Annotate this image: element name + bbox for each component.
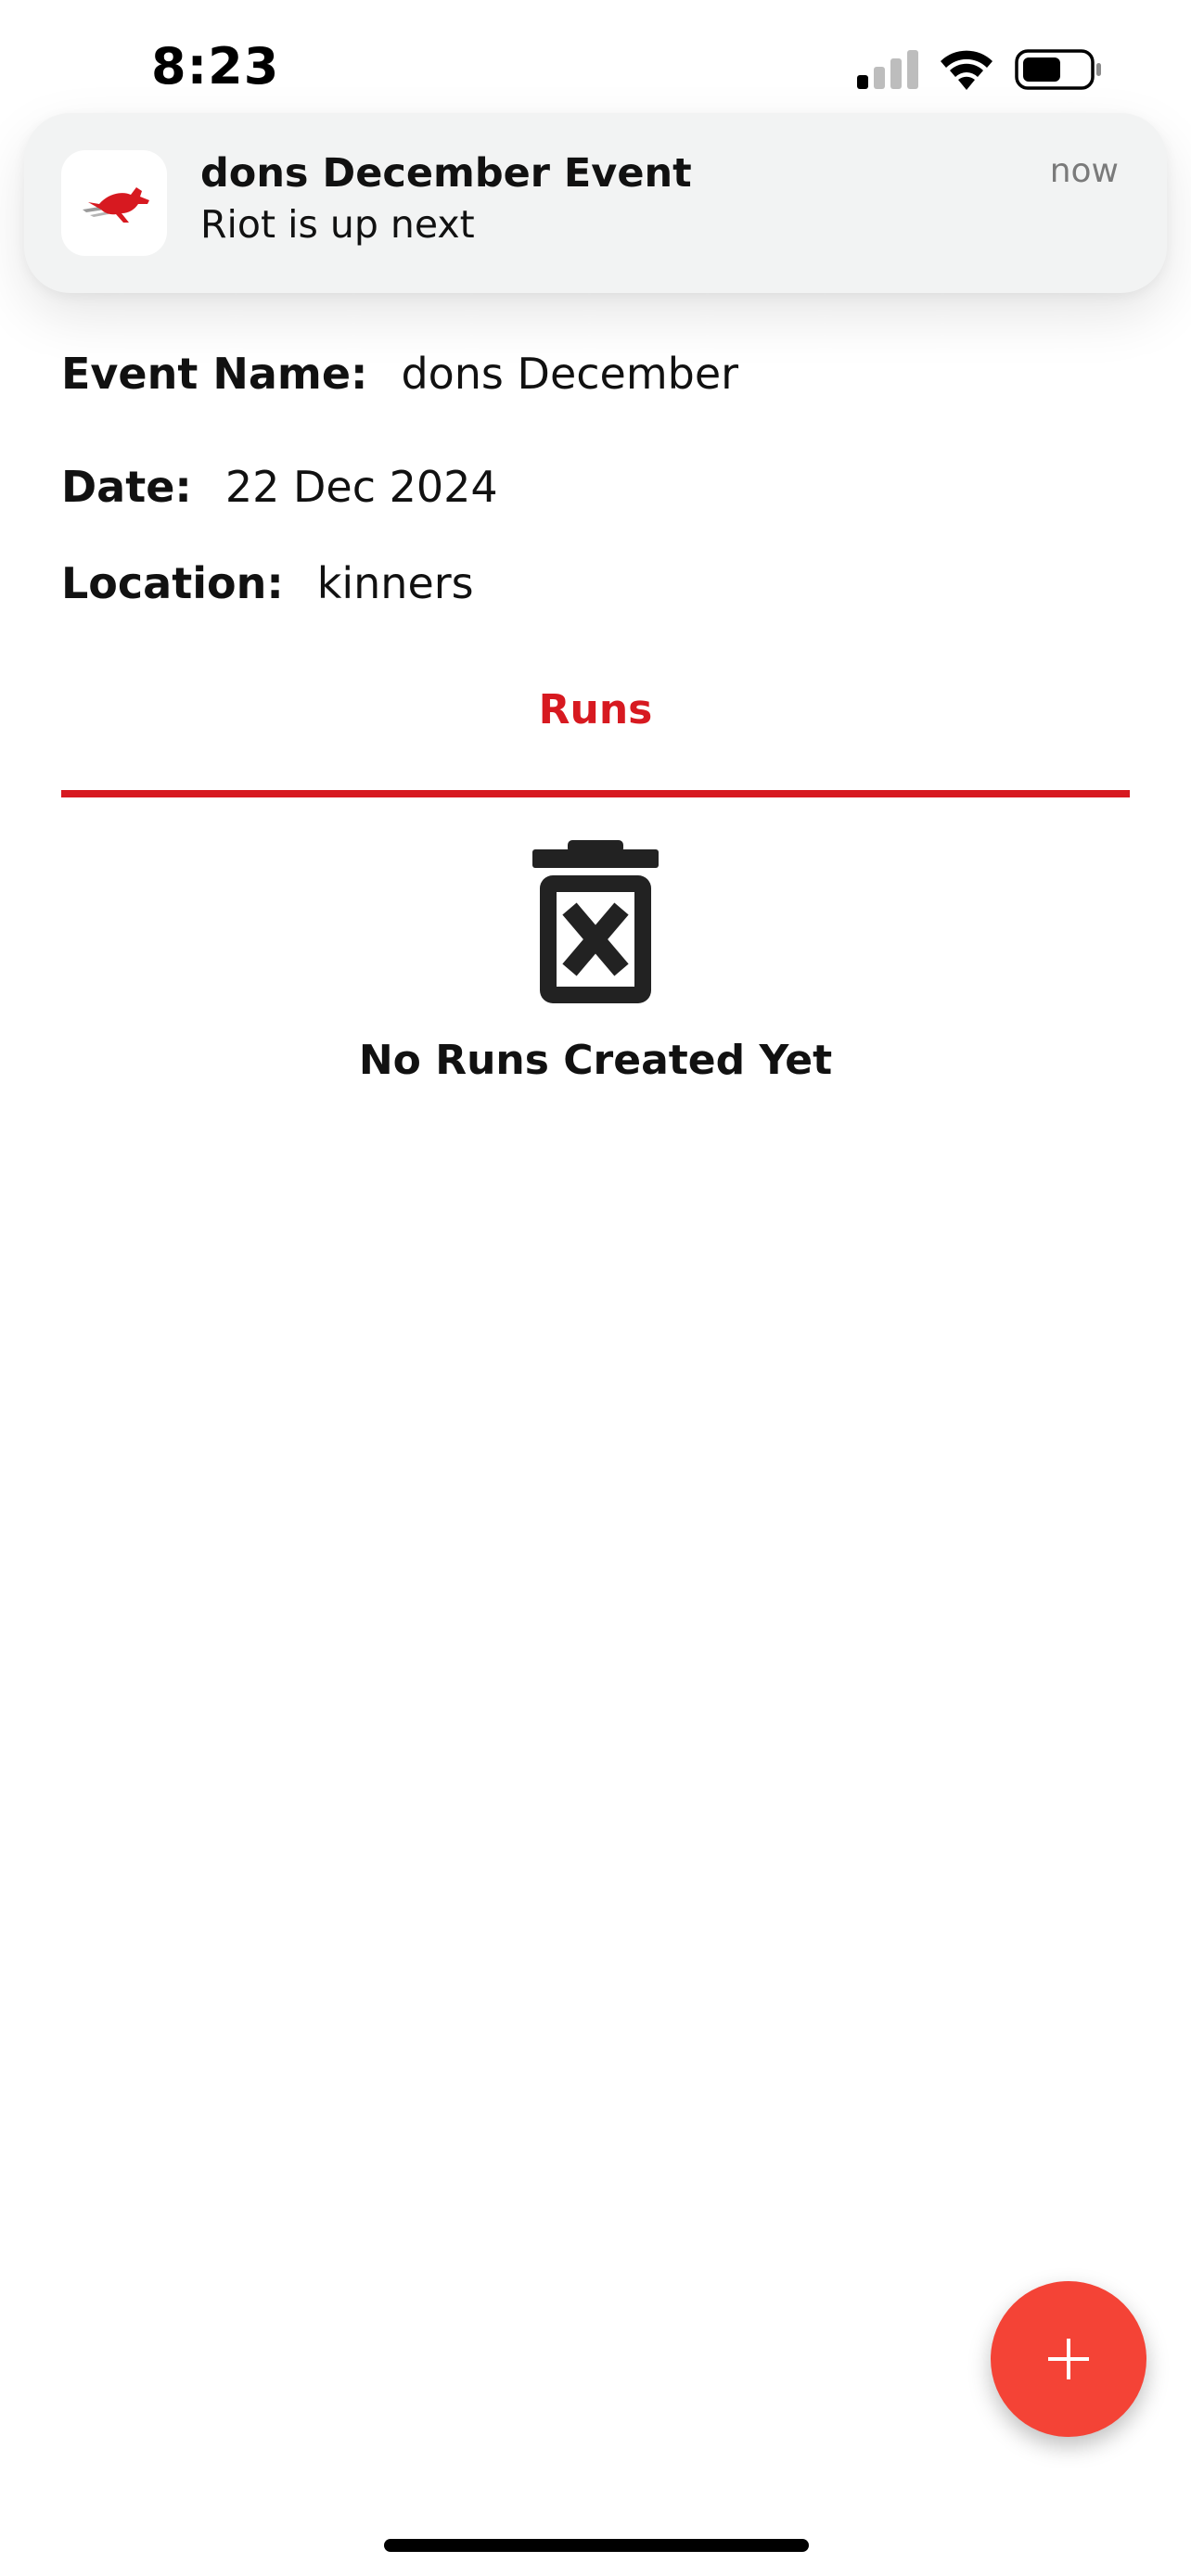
tab-active-indicator	[61, 790, 1130, 797]
event-date-label: Date:	[61, 462, 192, 512]
home-indicator[interactable]	[384, 2539, 809, 2552]
status-time: 8:23	[151, 37, 280, 96]
event-name-value: dons December	[401, 349, 739, 399]
notification-banner[interactable]: dons December Event Riot is up next now	[24, 113, 1167, 293]
running-dog-logo-icon	[83, 187, 149, 223]
empty-state: No Runs Created Yet	[0, 840, 1191, 1084]
event-location-value: kinners	[316, 558, 474, 608]
cellular-signal-icon	[857, 50, 918, 89]
notification-title: dons December Event	[200, 150, 692, 197]
notification-time: now	[1049, 152, 1119, 190]
plus-icon	[1048, 2339, 1089, 2379]
app-icon	[61, 150, 167, 256]
event-date-value: 22 Dec 2024	[224, 462, 498, 512]
add-run-button[interactable]	[991, 2281, 1146, 2437]
event-name-label: Event Name:	[61, 349, 368, 399]
event-location-label: Location:	[61, 558, 284, 608]
battery-icon	[1015, 49, 1101, 90]
tab-runs-label: Runs	[538, 686, 653, 733]
notification-body: Riot is up next	[200, 202, 475, 247]
tab-runs[interactable]: Runs	[61, 668, 1130, 797]
event-name-row: Event Name: dons December	[61, 349, 738, 399]
empty-state-message: No Runs Created Yet	[358, 1037, 833, 1084]
trash-x-icon	[532, 840, 659, 1003]
event-date-row: Date: 22 Dec 2024	[61, 462, 498, 512]
event-location-row: Location: kinners	[61, 558, 474, 608]
wifi-icon	[941, 50, 992, 90]
status-icons	[857, 46, 1102, 93]
